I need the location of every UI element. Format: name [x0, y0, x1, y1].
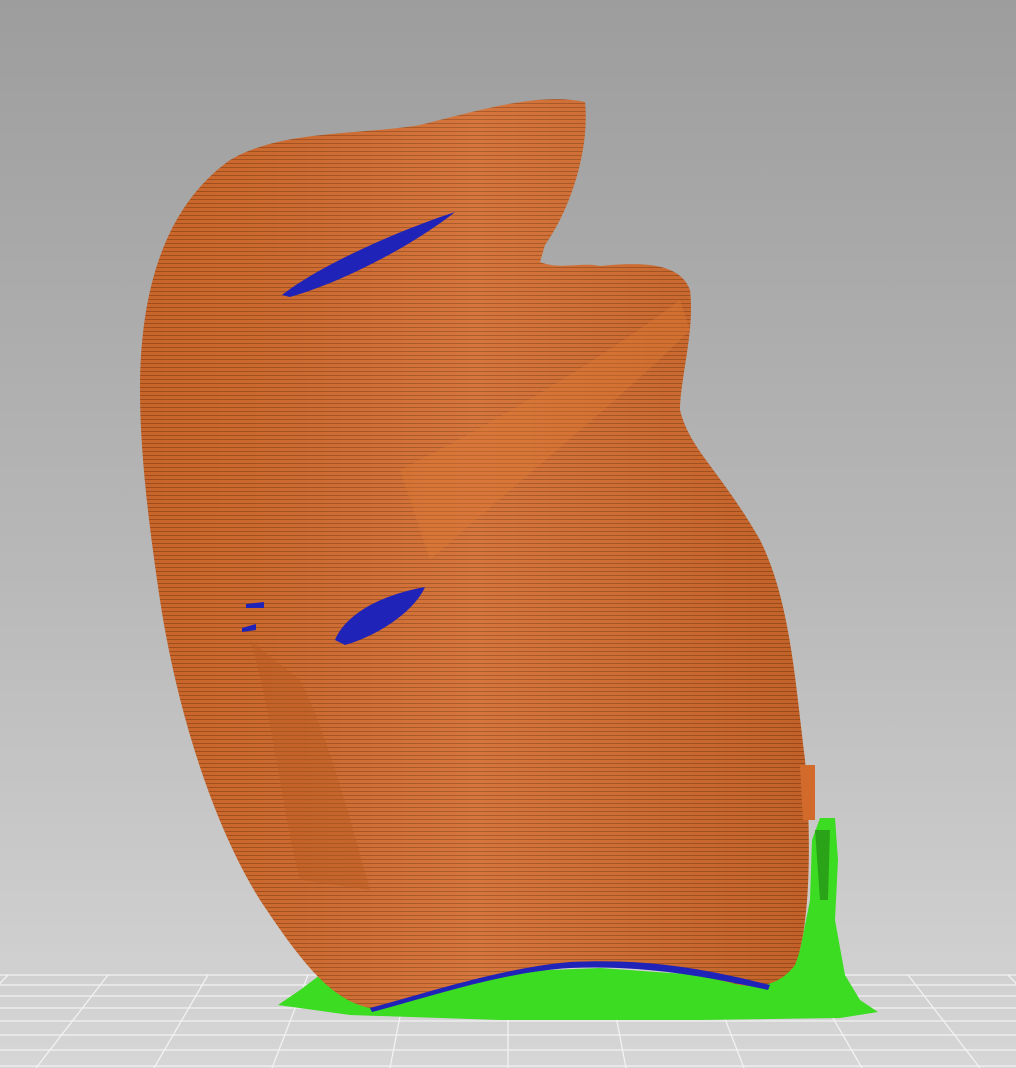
- scene-canvas[interactable]: [0, 0, 1016, 1068]
- sliced-model: [140, 99, 815, 1009]
- 3d-preview-viewport[interactable]: [0, 0, 1016, 1068]
